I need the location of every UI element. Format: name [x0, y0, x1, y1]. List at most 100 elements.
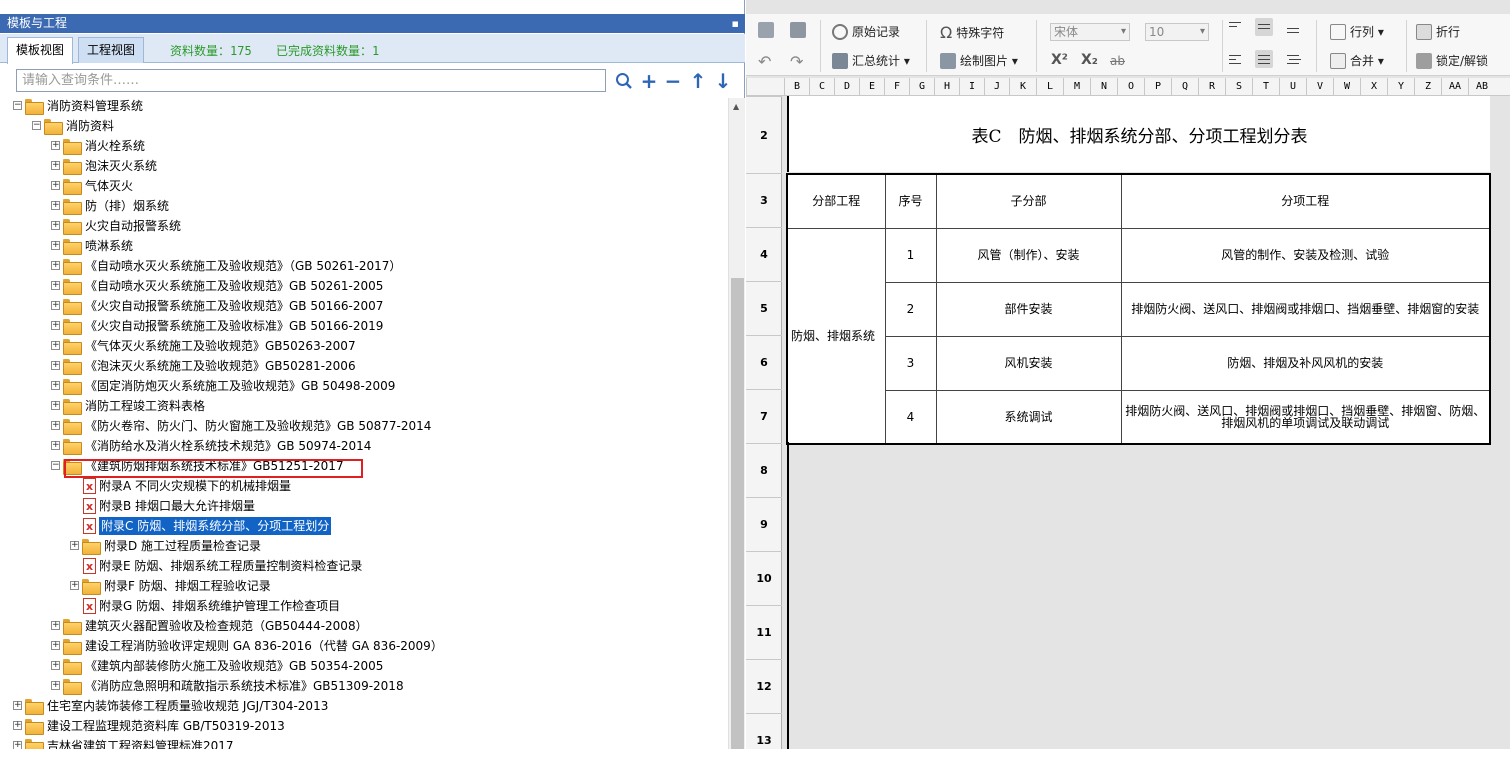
tree-node[interactable]: + 消火栓系统 [0, 136, 728, 156]
expand-toggle-icon[interactable]: + [51, 241, 60, 250]
column-header[interactable]: M [1063, 78, 1090, 96]
tree-node[interactable]: + 火灾自动报警系统 [0, 216, 728, 236]
tree-node[interactable]: + 《火灾自动报警系统施工及验收规范》GB 50166-2007 [0, 296, 728, 316]
column-header[interactable]: B [784, 78, 809, 96]
cell-item[interactable]: 排烟防火阀、送风口、排烟阀或排烟口、挡烟垂壁、排烟窗的安装 [1120, 281, 1491, 337]
expand-toggle-icon[interactable]: + [51, 421, 60, 430]
font-name-select[interactable]: 宋体 [1050, 23, 1130, 41]
column-header[interactable]: Y [1387, 78, 1414, 96]
tree-node[interactable]: + 建设工程监理规范资料库 GB/T50319-2013 [0, 716, 728, 736]
tree-scrollbar[interactable]: ▲ [728, 98, 745, 749]
row-header[interactable]: 12 [746, 659, 782, 713]
tree-node[interactable]: 附录B 排烟口最大允许排烟量 [0, 496, 728, 516]
lock-button[interactable]: 锁定/解锁 [1416, 52, 1488, 69]
align-top-center-icon[interactable] [1255, 18, 1273, 36]
tree-node[interactable]: + 《自动喷水灭火系统施工及验收规范》GB 50261-2005 [0, 276, 728, 296]
expand-toggle-icon[interactable]: + [70, 541, 79, 550]
expand-toggle-icon[interactable]: + [70, 581, 79, 590]
tree-node[interactable]: + 气体灭火 [0, 176, 728, 196]
tree-node[interactable]: + 《火灾自动报警系统施工及验收标准》GB 50166-2019 [0, 316, 728, 336]
tree-node[interactable]: 附录C 防烟、排烟系统分部、分项工程划分 [0, 516, 728, 536]
tree-node[interactable]: + 住宅室内装饰装修工程质量验收规范 JGJ/T304-2013 [0, 696, 728, 716]
row-header[interactable]: 7 [746, 389, 782, 443]
original-record-button[interactable]: 原始记录 [832, 23, 900, 40]
column-header[interactable]: G [909, 78, 934, 96]
scroll-thumb[interactable] [731, 278, 744, 749]
collapse-toggle-icon[interactable]: − [13, 101, 22, 110]
expand-toggle-icon[interactable]: + [51, 621, 60, 630]
column-header[interactable]: F [884, 78, 909, 96]
collapse-toggle-icon[interactable]: − [32, 121, 41, 130]
column-header[interactable]: C [809, 78, 834, 96]
expand-toggle-icon[interactable]: + [51, 341, 60, 350]
column-header[interactable]: K [1009, 78, 1036, 96]
expand-toggle-icon[interactable]: + [13, 701, 22, 710]
tree-node[interactable]: − 消防资料 [0, 116, 728, 136]
collapse-icon[interactable]: − [662, 68, 684, 94]
tree-node[interactable]: + 《自动喷水灭火系统施工及验收规范》（GB 50261-2017） [0, 256, 728, 276]
tab-project-view[interactable]: 工程视图 [78, 37, 145, 63]
superscript-button[interactable]: X² [1051, 52, 1068, 68]
search-icon[interactable] [613, 68, 635, 94]
expand-toggle-icon[interactable]: + [51, 181, 60, 190]
tree-node[interactable]: 附录G 防烟、排烟系统维护管理工作检查项目 [0, 596, 728, 616]
tree-node[interactable]: + 消防工程竣工资料表格 [0, 396, 728, 416]
align-top-right-icon[interactable] [1284, 18, 1302, 36]
row-header[interactable]: 11 [746, 605, 782, 659]
corner-cell[interactable] [746, 78, 784, 96]
column-header[interactable]: D [834, 78, 859, 96]
cell-item[interactable]: 防烟、排烟及补风风机的安装 [1120, 335, 1491, 391]
column-header[interactable]: O [1117, 78, 1144, 96]
add-icon[interactable]: + [638, 68, 660, 94]
column-header[interactable]: L [1036, 78, 1063, 96]
expand-toggle-icon[interactable]: + [13, 721, 22, 730]
merge-button[interactable]: 合并 ▾ [1330, 52, 1384, 69]
column-header[interactable]: Q [1171, 78, 1198, 96]
expand-toggle-icon[interactable]: + [51, 161, 60, 170]
column-header[interactable]: J [984, 78, 1009, 96]
cell-subdivision[interactable]: 风管（制作）、安装 [935, 227, 1122, 283]
expand-toggle-icon[interactable]: + [51, 401, 60, 410]
column-header[interactable]: AB [1468, 78, 1495, 96]
expand-toggle-icon[interactable]: + [51, 681, 60, 690]
row-header[interactable]: 10 [746, 551, 782, 605]
column-header[interactable]: I [959, 78, 984, 96]
cell-number[interactable]: 1 [884, 227, 937, 283]
expand-toggle-icon[interactable]: + [51, 221, 60, 230]
expand-toggle-icon[interactable]: + [51, 281, 60, 290]
scroll-up-icon[interactable]: ▲ [733, 102, 739, 111]
column-header[interactable]: AA [1441, 78, 1468, 96]
row-header[interactable]: 6 [746, 335, 782, 389]
tree-node[interactable]: + 防（排）烟系统 [0, 196, 728, 216]
expand-toggle-icon[interactable]: + [51, 661, 60, 670]
search-input[interactable]: 请输入查询条件…… [16, 69, 606, 92]
align-top-left-icon[interactable] [1226, 18, 1244, 36]
redo-icon[interactable]: ↷ [790, 52, 803, 71]
row-header[interactable]: 13 [746, 713, 782, 767]
paste-icon[interactable] [790, 22, 810, 38]
collapse-toggle-icon[interactable]: − [51, 461, 60, 470]
wrap-button[interactable]: 折行 [1416, 23, 1460, 40]
cell-number[interactable]: 3 [884, 335, 937, 391]
tree-node[interactable]: + 《消防给水及消火栓系统技术规范》GB 50974-2014 [0, 436, 728, 456]
tree-node[interactable]: + 附录D 施工过程质量检查记录 [0, 536, 728, 556]
cell-number[interactable]: 4 [884, 389, 937, 445]
tree-node[interactable]: + 《泡沫灭火系统施工及验收规范》GB50281-2006 [0, 356, 728, 376]
tree-node[interactable]: + 《建筑内部装修防火施工及验收规范》GB 50354-2005 [0, 656, 728, 676]
expand-toggle-icon[interactable]: + [51, 381, 60, 390]
align-center-icon[interactable] [1255, 50, 1273, 68]
expand-toggle-icon[interactable]: + [51, 441, 60, 450]
pin-icon[interactable]: ▪ [732, 14, 739, 33]
row-header[interactable]: 9 [746, 497, 782, 551]
expand-toggle-icon[interactable]: + [51, 141, 60, 150]
copy-icon[interactable] [758, 22, 778, 38]
tree-node[interactable]: − 消防资料管理系统 [0, 98, 728, 116]
row-header[interactable]: 8 [746, 443, 782, 497]
expand-toggle-icon[interactable]: + [51, 321, 60, 330]
arrow-up-icon[interactable]: ↑ [687, 68, 709, 94]
column-header[interactable]: H [934, 78, 959, 96]
expand-toggle-icon[interactable]: + [51, 641, 60, 650]
header-division[interactable]: 分部工程 [786, 173, 886, 229]
tree-node[interactable]: + 《消防应急照明和疏散指示系统技术标准》GB51309-2018 [0, 676, 728, 696]
tree-node[interactable]: + 《防火卷帘、防火门、防火窗施工及验收规范》GB 50877-2014 [0, 416, 728, 436]
